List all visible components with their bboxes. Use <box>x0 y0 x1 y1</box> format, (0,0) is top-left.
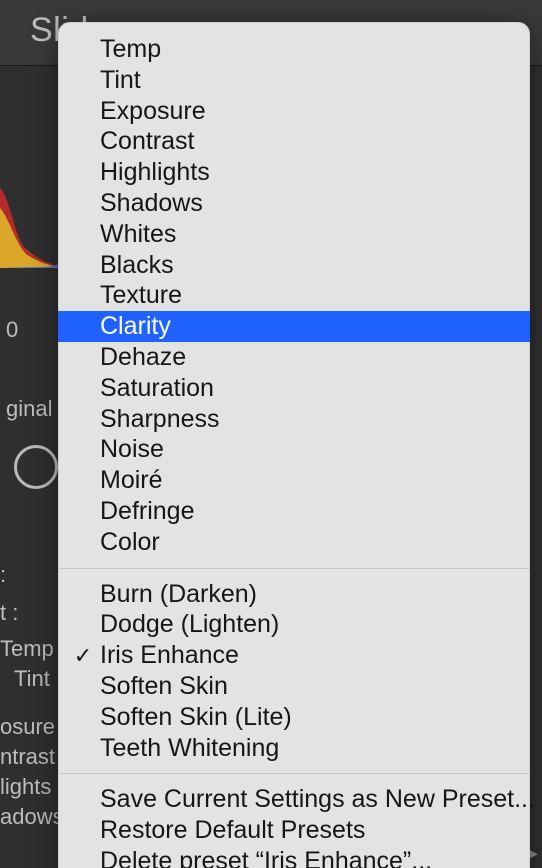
brush-preview-circle[interactable] <box>14 445 58 489</box>
menu-item-label: Saturation <box>100 374 214 402</box>
menu-item-label: Restore Default Presets <box>100 816 365 844</box>
menu-item-temp[interactable]: Temp <box>58 34 530 65</box>
bg-label-contrast: ntrast <box>0 742 64 772</box>
menu-item-defringe[interactable]: Defringe <box>58 496 530 527</box>
menu-item-label: Highlights <box>100 158 210 186</box>
menu-item-label: Defringe <box>100 497 195 525</box>
menu-item-label: Temp <box>100 35 161 63</box>
check-icon: ✓ <box>72 640 94 671</box>
bg-row: : <box>0 560 64 590</box>
menu-item-tint[interactable]: Tint <box>58 65 530 96</box>
menu-item-label: Save Current Settings as New Preset... <box>100 785 535 813</box>
menu-item-label: Burn (Darken) <box>100 580 257 608</box>
menu-item-moir[interactable]: Moiré <box>58 465 530 496</box>
menu-item-sharpness[interactable]: Sharpness <box>58 404 530 435</box>
histogram <box>0 68 60 298</box>
bg-label-temp: Temp <box>0 634 64 664</box>
menu-item-label: Contrast <box>100 127 194 155</box>
menu-item-texture[interactable]: Texture <box>58 280 530 311</box>
menu-item-label: Iris Enhance <box>100 641 239 669</box>
menu-item-label: Dehaze <box>100 343 186 371</box>
menu-item-exposure[interactable]: Exposure <box>58 96 530 127</box>
menu-item-soften-skin-lite[interactable]: Soften Skin (Lite) <box>58 702 530 733</box>
menu-item-save-current-settings-as-new-preset[interactable]: Save Current Settings as New Preset... <box>58 784 530 815</box>
menu-item-label: Color <box>100 528 160 556</box>
menu-item-label: Tint <box>100 66 141 94</box>
menu-item-dehaze[interactable]: Dehaze <box>58 342 530 373</box>
menu-item-shadows[interactable]: Shadows <box>58 188 530 219</box>
menu-item-label: Whites <box>100 220 176 248</box>
menu-item-label: Blacks <box>100 251 174 279</box>
menu-item-label: Exposure <box>100 97 206 125</box>
menu-item-label: Moiré <box>100 466 163 494</box>
menu-item-label: Soften Skin <box>100 672 228 700</box>
menu-item-clarity[interactable]: Clarity <box>58 311 530 342</box>
bg-label-shadows: adows <box>0 802 64 832</box>
menu-item-contrast[interactable]: Contrast <box>58 126 530 157</box>
menu-item-saturation[interactable]: Saturation <box>58 373 530 404</box>
menu-item-burn-darken[interactable]: Burn (Darken) <box>58 579 530 610</box>
bg-label-exposure: osure <box>0 712 64 742</box>
bg-text-original: ginal <box>6 396 52 422</box>
menu-item-highlights[interactable]: Highlights <box>58 157 530 188</box>
menu-item-label: Noise <box>100 435 164 463</box>
menu-item-iris-enhance[interactable]: ✓Iris Enhance <box>58 640 530 671</box>
bg-label-tint: Tint <box>0 664 64 694</box>
menu-item-label: Clarity <box>100 312 171 340</box>
effect-context-menu[interactable]: Temp Tint ExposureContrast Highlights Shadow… <box>58 22 530 868</box>
menu-separator <box>58 568 530 569</box>
menu-item-whites[interactable]: Whites <box>58 219 530 250</box>
menu-item-delete-preset-iris-enhance[interactable]: Delete preset “Iris Enhance”... <box>58 846 530 868</box>
menu-item-soften-skin[interactable]: Soften Skin <box>58 671 530 702</box>
menu-item-label: Shadows <box>100 189 203 217</box>
menu-item-teeth-whitening[interactable]: Teeth Whitening <box>58 733 530 764</box>
menu-item-noise[interactable]: Noise <box>58 434 530 465</box>
menu-item-label: Sharpness <box>100 405 220 433</box>
menu-item-restore-default-presets[interactable]: Restore Default Presets <box>58 815 530 846</box>
menu-item-dodge-lighten[interactable]: Dodge (Lighten) <box>58 609 530 640</box>
menu-item-blacks[interactable]: Blacks <box>58 250 530 281</box>
menu-item-label: Dodge (Lighten) <box>100 610 279 638</box>
bg-label-highlights: lights <box>0 772 64 802</box>
menu-item-label: Texture <box>100 281 182 309</box>
menu-item-label: Delete preset “Iris Enhance”... <box>100 847 432 868</box>
menu-item-label: Teeth Whitening <box>100 734 279 762</box>
menu-item-label: Soften Skin (Lite) <box>100 703 292 731</box>
menu-separator <box>58 773 530 774</box>
bg-row: t : <box>0 598 64 628</box>
menu-item-color[interactable]: Color <box>58 527 530 558</box>
